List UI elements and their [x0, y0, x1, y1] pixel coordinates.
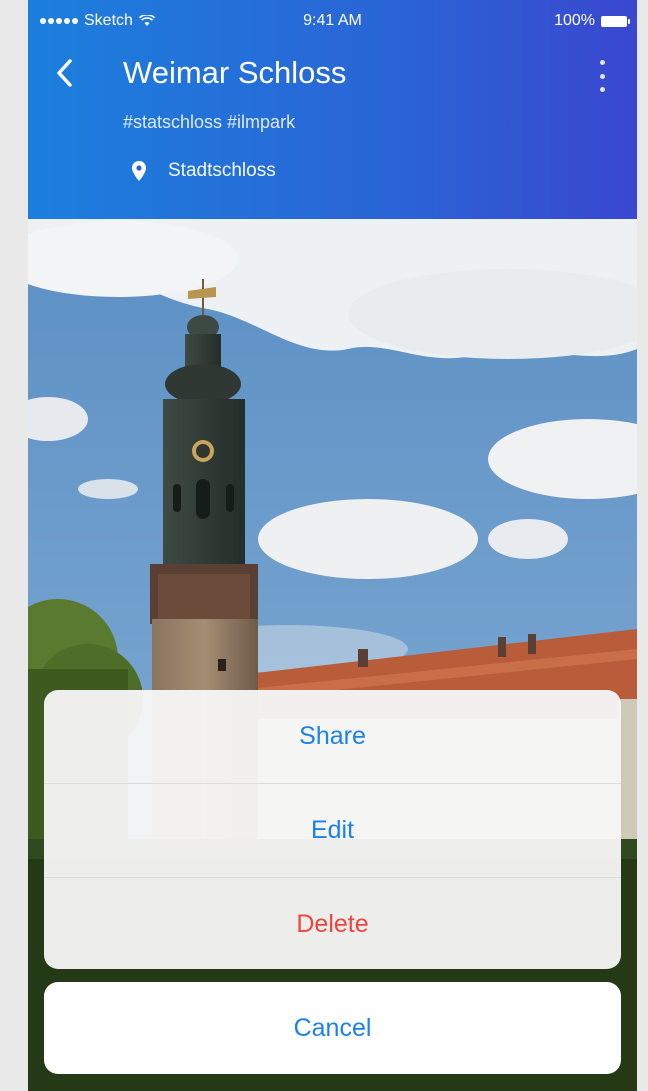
back-button[interactable]: [50, 56, 84, 90]
battery-icon: [601, 15, 630, 27]
status-time: 9:41 AM: [303, 12, 362, 29]
status-bar: Sketch 9:41 AM 100%: [28, 0, 637, 44]
map-pin-icon: [132, 161, 146, 181]
header: Sketch 9:41 AM 100% Weimar Schloss #stat…: [28, 0, 637, 219]
cancel-button[interactable]: Cancel: [44, 982, 621, 1074]
location-row[interactable]: Stadtschloss: [132, 160, 276, 182]
location-label: Stadtschloss: [168, 160, 276, 181]
hashtags: #statschloss #ilmpark: [123, 112, 296, 132]
edit-button[interactable]: Edit: [44, 784, 621, 878]
more-options-button[interactable]: [595, 60, 609, 92]
share-button[interactable]: Share: [44, 690, 621, 784]
action-sheet: Share Edit Delete: [44, 690, 621, 969]
chevron-left-icon: [57, 59, 72, 87]
delete-button[interactable]: Delete: [44, 878, 621, 969]
battery-percent: 100%: [554, 12, 595, 29]
phone-screen: Sketch 9:41 AM 100% Weimar Schloss #stat…: [28, 0, 637, 1091]
page-title: Weimar Schloss: [123, 55, 347, 90]
more-vertical-icon: [599, 60, 605, 65]
